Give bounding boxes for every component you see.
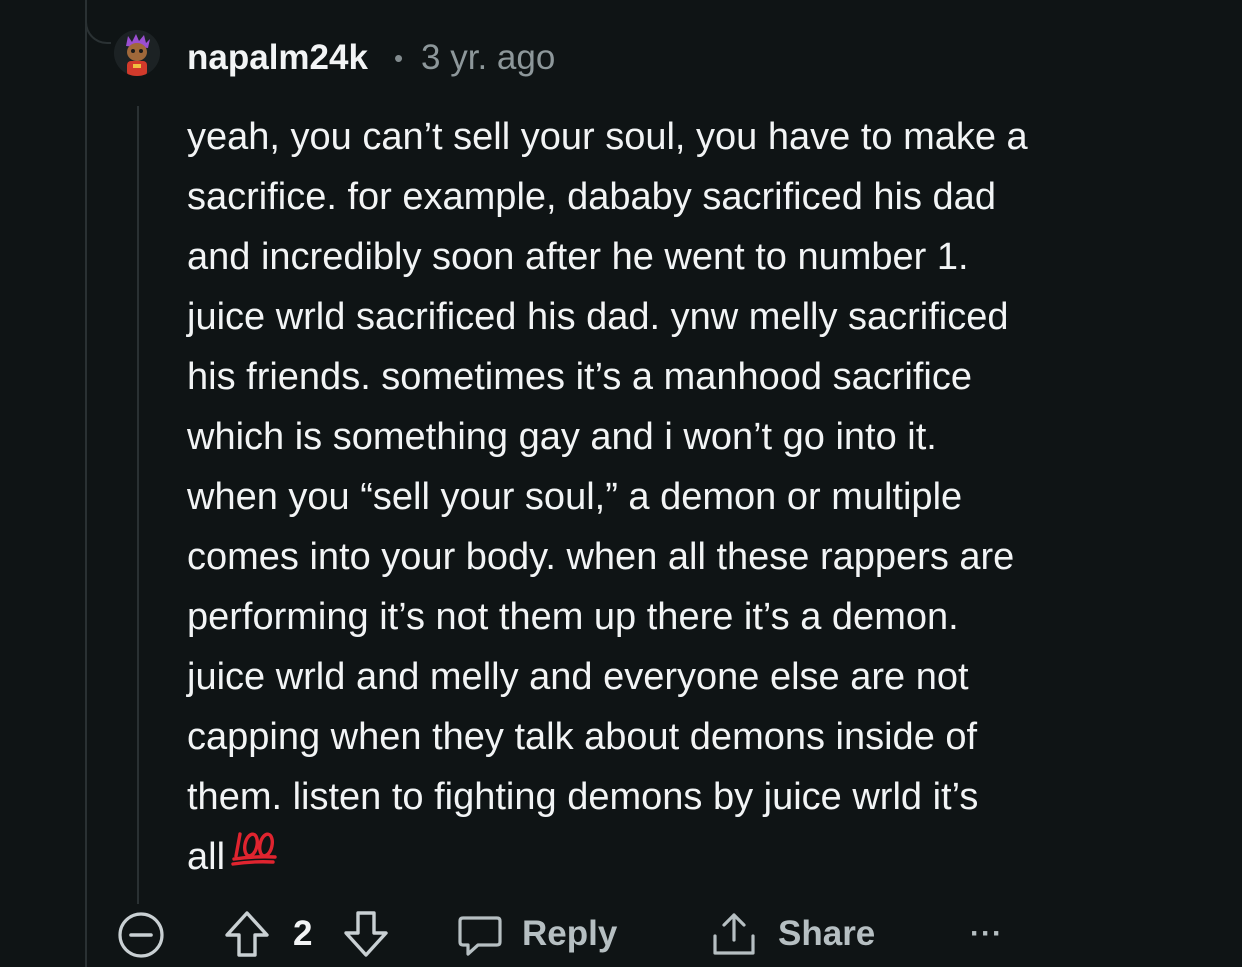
share-icon [713, 913, 755, 955]
upvote-arrow-icon [225, 911, 269, 957]
comment-line: performing it’s not them up there it’s a… [187, 596, 959, 638]
comment-line: them. listen to fighting demons by juice… [187, 776, 979, 818]
avatar[interactable] [114, 30, 160, 76]
more-options-button[interactable]: ··· [970, 906, 1003, 962]
comment-line: comes into your body. when all these rap… [187, 536, 1015, 578]
meta-separator: • [393, 42, 404, 73]
comment-line: yeah, you can’t sell your soul, you have… [187, 116, 1028, 158]
comment-line: his friends. sometimes it’s a manhood sa… [187, 356, 972, 398]
speech-bubble-icon [458, 916, 502, 956]
share-label: Share [778, 914, 876, 953]
downvote-arrow-icon [344, 911, 388, 957]
more-options-icon: ··· [970, 917, 1003, 950]
comment-line: when you “sell your soul,” a demon or mu… [187, 476, 963, 518]
reply-label: Reply [522, 914, 618, 953]
comment-line: juice wrld sacrificed his dad. ynw melly… [187, 296, 1009, 338]
comment-line-text: all [187, 836, 226, 878]
reply-button[interactable]: Reply [456, 906, 617, 962]
comment-actions: 2 Reply Share ··· [116, 906, 1216, 962]
collapse-button[interactable] [116, 906, 166, 962]
hundred-points-icon [231, 824, 279, 884]
comment-line: capping when they talk about demons insi… [187, 716, 978, 758]
downvote-button[interactable] [341, 906, 391, 962]
comment-line: which is something gay and i won’t go in… [187, 416, 937, 458]
share-button[interactable]: Share [710, 906, 875, 962]
thread-line [85, 0, 87, 967]
upvote-button[interactable] [222, 906, 272, 962]
collapse-minus-icon [118, 912, 164, 958]
thread-connector [85, 0, 111, 44]
comment-body: yeah, you can’t sell your soul, you have… [187, 107, 1227, 887]
comment-timestamp[interactable]: 3 yr. ago [421, 38, 555, 78]
comment-line: juice wrld and melly and everyone else a… [187, 656, 969, 698]
comment-line: sacrifice. for example, dababy sacrifice… [187, 176, 996, 218]
username-link[interactable]: napalm24k [187, 38, 368, 78]
comment-header: napalm24k • 3 yr. ago [187, 36, 555, 80]
vote-count: 2 [293, 914, 313, 953]
comment-thread-line[interactable] [137, 106, 139, 904]
comment-line: and incredibly soon after he went to num… [187, 236, 969, 278]
comment-last-line: all [187, 827, 1227, 887]
